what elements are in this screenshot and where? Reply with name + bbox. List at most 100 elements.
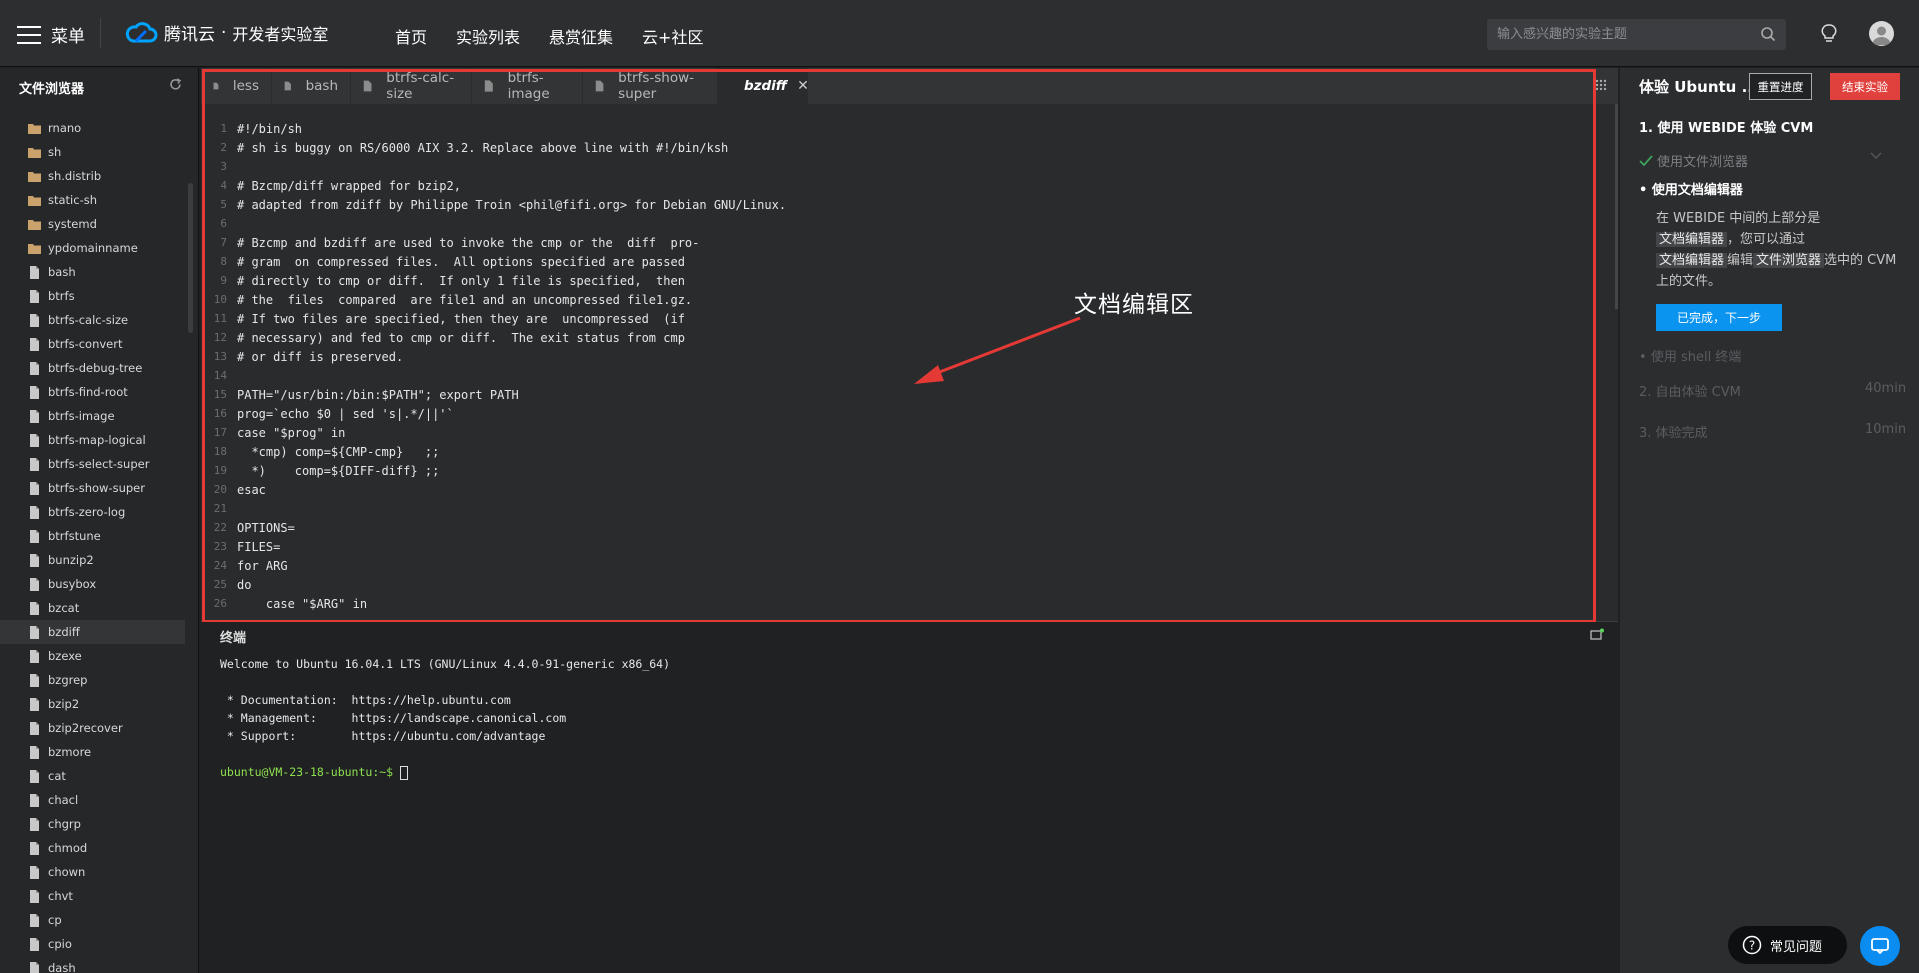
step-2-title[interactable]: 2. 自由体验 CVM: [1639, 381, 1741, 400]
file-item[interactable]: btrfs-show-super: [0, 476, 185, 500]
file-item[interactable]: chvt: [0, 884, 185, 908]
file-item[interactable]: bzip2recover: [0, 716, 185, 740]
file-item[interactable]: btrfstune: [0, 524, 185, 548]
folder-item[interactable]: systemd: [0, 212, 185, 236]
code-line[interactable]: 23 FILES=: [201, 537, 1601, 556]
file-item[interactable]: btrfs-find-root: [0, 380, 185, 404]
file-item[interactable]: bash: [0, 260, 185, 284]
refresh-icon[interactable]: [168, 77, 183, 92]
tab-bzdiff[interactable]: bzdiff ✕: [718, 68, 809, 104]
folder-item[interactable]: ypdomainname: [0, 236, 185, 260]
file-item[interactable]: cp: [0, 908, 185, 932]
code-line[interactable]: 22 OPTIONS=: [201, 518, 1601, 537]
folder-item[interactable]: static-sh: [0, 188, 185, 212]
more-icon[interactable]: [1595, 78, 1607, 92]
line-number: 19: [213, 464, 227, 477]
code-line[interactable]: 9 # directly to cmp or diff. If only 1 fi…: [201, 271, 1601, 290]
code-line[interactable]: 19 *) comp=${DIFF-diff} ;;: [201, 461, 1601, 480]
file-name: systemd: [48, 217, 97, 231]
search-icon[interactable]: [1760, 26, 1776, 42]
editor-scrollbar[interactable]: [1615, 104, 1618, 309]
folder-item[interactable]: rnano: [0, 116, 185, 140]
code-line[interactable]: 10 # the files compared are file1 and an …: [201, 290, 1601, 309]
close-icon[interactable]: ✕: [797, 78, 809, 94]
file-item[interactable]: chacl: [0, 788, 185, 812]
code-line[interactable]: 18 *cmp) comp=${CMP-cmp} ;;: [201, 442, 1601, 461]
folder-item[interactable]: sh: [0, 140, 185, 164]
substep-done[interactable]: 使用文件浏览器: [1639, 151, 1748, 170]
nav-bounty[interactable]: 悬赏征集: [549, 24, 613, 48]
code-line[interactable]: 1 #!/bin/sh: [201, 119, 1601, 138]
terminal-prompt-line[interactable]: ubuntu@VM-23-18-ubuntu:~$: [220, 765, 670, 783]
file-item[interactable]: bzcat: [0, 596, 185, 620]
code-line[interactable]: 7 # Bzcmp and bzdiff are used to invoke t…: [201, 233, 1601, 252]
step-3-title[interactable]: 3. 体验完成: [1639, 422, 1708, 441]
code-line[interactable]: 8 # gram on compressed files. All options…: [201, 252, 1601, 271]
file-item[interactable]: btrfs-debug-tree: [0, 356, 185, 380]
sidebar-scrollbar[interactable]: [188, 183, 193, 333]
folder-item[interactable]: sh.distrib: [0, 164, 185, 188]
file-item[interactable]: btrfs-convert: [0, 332, 185, 356]
avatar[interactable]: [1869, 21, 1894, 46]
reset-progress-button[interactable]: 重置进度: [1749, 73, 1812, 100]
tab-btrfs-image[interactable]: btrfs-image: [472, 68, 583, 104]
search-input[interactable]: [1487, 19, 1786, 50]
file-item[interactable]: chmod: [0, 836, 185, 860]
file-item[interactable]: dash: [0, 956, 185, 973]
code-line[interactable]: 5 # adapted from zdiff by Philippe Troin …: [201, 195, 1601, 214]
brand-logo[interactable]: 腾讯云 · 开发者实验室: [124, 20, 328, 45]
tab-less[interactable]: less: [201, 68, 272, 104]
file-item[interactable]: btrfs-calc-size: [0, 308, 185, 332]
code-line[interactable]: 2 # sh is buggy on RS/6000 AIX 3.2. Repla…: [201, 138, 1601, 157]
code-line[interactable]: 3: [201, 157, 1601, 176]
file-item[interactable]: cat: [0, 764, 185, 788]
menu-button[interactable]: 菜单: [17, 22, 85, 47]
code-line[interactable]: 20 esac: [201, 480, 1601, 499]
file-item[interactable]: bzexe: [0, 644, 185, 668]
nav-home[interactable]: 首页: [395, 24, 427, 48]
file-item[interactable]: bzgrep: [0, 668, 185, 692]
code-line[interactable]: 26 case "$ARG" in: [201, 594, 1601, 613]
substep-next[interactable]: • 使用 shell 终端: [1639, 346, 1741, 365]
file-name: chmod: [48, 841, 88, 855]
file-item[interactable]: bzip2: [0, 692, 185, 716]
code-line[interactable]: 4 # Bzcmp/diff wrapped for bzip2,: [201, 176, 1601, 195]
file-item[interactable]: btrfs-zero-log: [0, 500, 185, 524]
file-item[interactable]: bzmore: [0, 740, 185, 764]
tab-btrfs-show-super[interactable]: btrfs-show-super: [583, 68, 718, 104]
file-item[interactable]: btrfs: [0, 284, 185, 308]
tab-btrfs-calc-size[interactable]: btrfs-calc-size: [351, 68, 472, 104]
file-item[interactable]: busybox: [0, 572, 185, 596]
nav-community[interactable]: 云+社区: [642, 24, 703, 48]
file-item[interactable]: chown: [0, 860, 185, 884]
chevron-down-icon[interactable]: [1870, 152, 1882, 160]
file-icon: [213, 82, 219, 90]
terminal-title: 终端: [220, 631, 247, 646]
file-item[interactable]: cpio: [0, 932, 185, 956]
code-line[interactable]: 21: [201, 499, 1601, 518]
faq-button[interactable]: ? 常见问题: [1728, 926, 1847, 964]
file-item[interactable]: btrfs-select-super: [0, 452, 185, 476]
step-1-title[interactable]: 1. 使用 WEBIDE 体验 CVM: [1639, 117, 1813, 136]
file-item[interactable]: chgrp: [0, 812, 185, 836]
end-lab-button[interactable]: 结束实验: [1830, 73, 1900, 100]
code-line[interactable]: 24 for ARG: [201, 556, 1601, 575]
file-item[interactable]: bzdiff: [0, 620, 185, 644]
code-line[interactable]: 17 case "$prog" in: [201, 423, 1601, 442]
terminal-output[interactable]: Welcome to Ubuntu 16.04.1 LTS (GNU/Linux…: [220, 657, 670, 783]
file-item[interactable]: btrfs-image: [0, 404, 185, 428]
next-step-button[interactable]: 已完成，下一步: [1656, 304, 1782, 331]
lightbulb-icon[interactable]: [1820, 23, 1838, 43]
code-line[interactable]: 6: [201, 214, 1601, 233]
tab-bash[interactable]: bash: [272, 68, 351, 104]
file-item[interactable]: bunzip2: [0, 548, 185, 572]
desc-chip-editor: 文档编辑器: [1656, 253, 1728, 268]
chat-button[interactable]: [1860, 926, 1900, 966]
terminal-connect-icon[interactable]: [1590, 628, 1604, 642]
code-line[interactable]: 16 prog=`echo $0 | sed 's|.*/||'`: [201, 404, 1601, 423]
file-item[interactable]: btrfs-map-logical: [0, 428, 185, 452]
substep-active[interactable]: • 使用文档编辑器: [1639, 179, 1743, 198]
code-line[interactable]: 25 do: [201, 575, 1601, 594]
nav-lab-list[interactable]: 实验列表: [456, 24, 520, 48]
